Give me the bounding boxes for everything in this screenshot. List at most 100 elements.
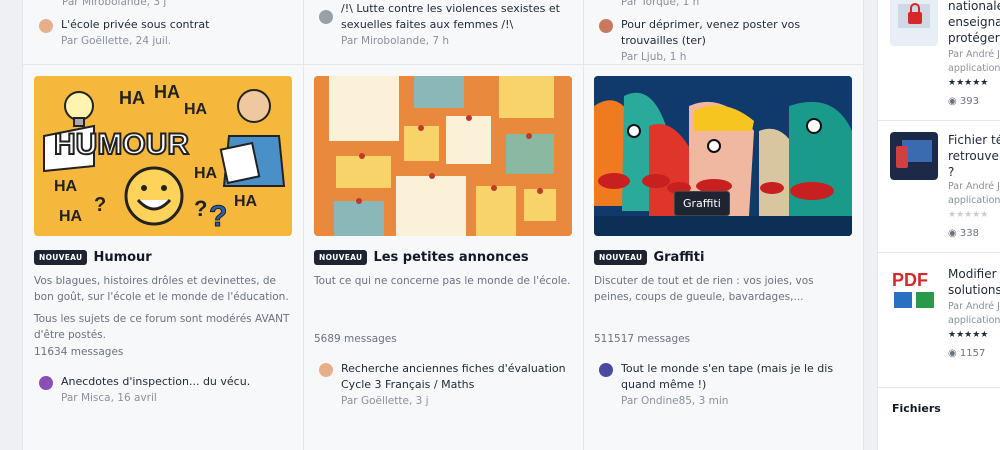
avatar — [599, 19, 613, 33]
ha-text: HA — [234, 193, 258, 210]
avatar — [319, 10, 333, 24]
file-title-line[interactable]: solutions — [948, 282, 1000, 298]
ha-text: HA — [59, 208, 83, 225]
file-author: Par André Jo — [948, 301, 1000, 312]
file-author: Par André Jo — [948, 181, 1000, 192]
last-topic[interactable]: Recherche anciennes fiches d'évaluation … — [319, 361, 577, 409]
last-topic-meta: Par Goëllette, 24 juil. — [61, 35, 172, 47]
forum-moderation-note: Tous les sujets de ce forum sont modérés… — [34, 313, 290, 341]
file-title-line[interactable]: enseignan — [948, 14, 1000, 30]
forum-description: Vos blagues, histoires drôles et devinet… — [34, 275, 289, 303]
avatar — [39, 19, 53, 33]
last-topic-title[interactable]: Pour déprimer, venez poster vos trouvail… — [621, 17, 849, 49]
column-divider — [583, 0, 584, 450]
avatar — [599, 363, 613, 377]
forum-description: Tout ce qui ne concerne pas le monde de … — [314, 275, 571, 287]
divider — [878, 120, 1000, 121]
ha-text: HA — [154, 82, 180, 102]
view-count-value: 1157 — [959, 348, 986, 359]
file-item[interactable]: PDF Modifier u solutions Par André Jo ap… — [890, 266, 1000, 366]
forum-image-humour[interactable]: HUMOUR HA HA HA HA HA HA HA ? ? ? — [34, 76, 292, 236]
last-topic-meta: Par Misca, 16 avril — [61, 392, 157, 404]
last-topic-title[interactable]: Tout le monde s'en tape (mais je le dis … — [621, 361, 851, 393]
new-badge: NOUVEAU — [594, 250, 648, 265]
forum-row-top: Par Mirobolande, 3 j L'école privée sous… — [23, 0, 863, 65]
last-topic-meta: Par Mirobolande, 7 h — [341, 35, 450, 47]
forum-image-annonces[interactable] — [314, 76, 572, 236]
ha-text: HA — [119, 88, 145, 108]
ha-text: HA — [194, 165, 218, 182]
last-topic-title[interactable]: L'école privée sous contrat — [61, 17, 209, 33]
forum-description: Discuter de tout et de rien : vos joies,… — [594, 275, 814, 303]
last-topic[interactable]: L'école privée sous contrat Par Goëllett… — [39, 17, 289, 49]
last-topic-meta: Par Ljub, 1 h — [621, 51, 687, 63]
forum-card-annonces[interactable]: NOUVEAU Les petites annonces Tout ce qui… — [314, 76, 572, 409]
last-topic[interactable]: Pour déprimer, venez poster vos trouvail… — [599, 17, 849, 65]
forum-image-graffiti[interactable]: Graffiti — [594, 76, 852, 236]
files-sidebar: nationale enseignan protéger Par André J… — [877, 0, 1000, 450]
new-badge: NOUVEAU — [314, 250, 368, 265]
eye-icon: ◉ — [948, 96, 957, 107]
forum-title[interactable]: Les petites annonces — [373, 250, 528, 265]
last-topic[interactable]: /!\ Lutte contre les violences sexistes … — [319, 1, 569, 49]
message-count: 11634 messages — [34, 346, 124, 358]
last-topic[interactable]: Anecdotes d'inspection... du vécu. Par M… — [39, 374, 297, 406]
last-topic-title[interactable]: /!\ Lutte contre les violences sexistes … — [341, 1, 569, 33]
question-mark: ? — [94, 194, 106, 216]
avatar — [319, 363, 333, 377]
message-count: 511517 messages — [594, 333, 691, 345]
previous-topic-meta: Par Torque, 1 h — [621, 0, 700, 8]
divider — [878, 252, 1000, 253]
eye-icon: ◉ — [948, 228, 957, 239]
view-count: ◉ 1157 — [948, 348, 985, 359]
view-count-value: 393 — [959, 96, 980, 107]
file-category: applications — [948, 315, 1000, 326]
view-count-value: 338 — [959, 228, 980, 239]
forum-title[interactable]: Humour — [93, 250, 151, 265]
rating-stars: ★★★★★ — [948, 330, 989, 340]
lock-icon — [890, 0, 938, 46]
file-title-line[interactable]: ? — [948, 164, 1000, 180]
file-item[interactable]: Fichier tél retrouver ? Par André Jo app… — [890, 132, 1000, 242]
eye-icon: ◉ — [948, 348, 957, 359]
image-tooltip: Graffiti — [674, 191, 730, 216]
files-section: Fichiers — [877, 387, 1000, 448]
last-topic-meta: Par Ondine85, 3 min — [621, 395, 729, 407]
file-title-line[interactable]: protéger — [948, 30, 1000, 46]
rating-stars: ★★★★★ — [948, 210, 989, 220]
message-count: 5689 messages — [314, 333, 397, 345]
file-category: applications — [948, 63, 1000, 74]
file-item[interactable]: nationale enseignan protéger Par André J… — [890, 0, 1000, 118]
last-topic-title[interactable]: Anecdotes d'inspection... du vécu. — [61, 374, 250, 390]
file-title-line[interactable]: nationale — [948, 0, 1000, 14]
pdf-icon: PDF — [890, 266, 938, 314]
avatar — [39, 376, 53, 390]
forum-title[interactable]: Graffiti — [653, 250, 704, 265]
rating-stars: ★★★★★ — [948, 78, 989, 88]
new-badge: NOUVEAU — [34, 250, 88, 265]
last-topic-meta: Par Goëllette, 3 j — [341, 395, 429, 407]
view-count: ◉ 338 — [948, 228, 979, 239]
ha-text: HA — [184, 101, 208, 118]
view-count: ◉ 393 — [948, 96, 979, 107]
file-author: Par André Jo — [948, 49, 1000, 60]
forum-categories-panel: Par Mirobolande, 3 j L'école privée sous… — [22, 0, 864, 450]
question-mark: ? — [209, 200, 227, 233]
humour-image-text: HUMOUR — [54, 128, 189, 161]
forum-card-graffiti[interactable]: Graffiti NOUVEAU Graffiti Discuter de to… — [594, 76, 852, 409]
previous-topic-meta: Par Mirobolande, 3 j — [62, 0, 167, 8]
question-mark: ? — [194, 196, 207, 221]
file-title-line[interactable]: Modifier u — [948, 266, 1000, 282]
file-title-line[interactable]: Fichier tél — [948, 132, 1000, 148]
column-divider — [303, 0, 304, 450]
file-category: applications — [948, 195, 1000, 206]
corkboard-illustration — [314, 76, 572, 236]
last-topic-title[interactable]: Recherche anciennes fiches d'évaluation … — [341, 361, 571, 393]
humour-illustration: HUMOUR HA HA HA HA HA HA HA ? ? ? — [34, 76, 292, 236]
forum-card-humour[interactable]: HUMOUR HA HA HA HA HA HA HA ? ? ? NOUVEA… — [34, 76, 292, 406]
file-title-line[interactable]: retrouver — [948, 148, 1000, 164]
pdf-icon-text: PDF — [892, 270, 928, 290]
last-topic[interactable]: Tout le monde s'en tape (mais je le dis … — [599, 361, 857, 409]
computer-icon — [890, 132, 938, 180]
section-title: Fichiers — [892, 402, 941, 415]
